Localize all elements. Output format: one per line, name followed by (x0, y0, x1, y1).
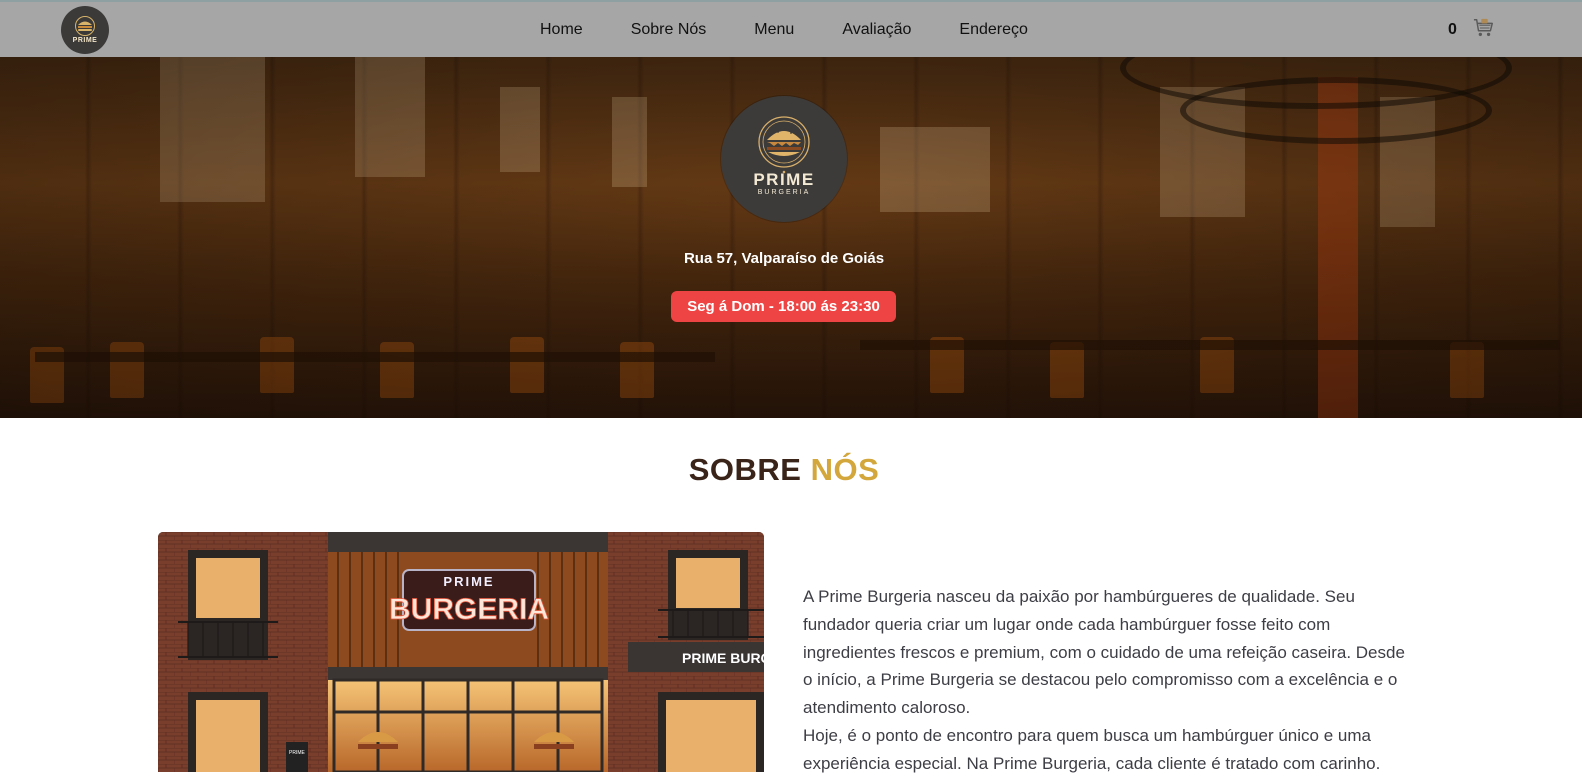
hero-logo-title: PRIME (753, 170, 815, 189)
about-title: SOBRE NÓS (0, 452, 1568, 488)
about-text: A Prime Burgeria nasceu da paixão por ha… (803, 583, 1413, 778)
nav-logo[interactable]: PRIME (61, 6, 109, 54)
store-small-sign: PRIME (289, 750, 306, 756)
address-text: Rua 57, Valparaíso de Goiás (683, 250, 885, 267)
nav-link-endereco[interactable]: Endereço (959, 21, 1028, 39)
hero-logo: PRIME BURGERIA (721, 96, 847, 222)
store-sign-top: PRIME (443, 574, 494, 589)
about-paragraph-1: A Prime Burgeria nasceu da paixão por ha… (803, 587, 1405, 718)
cart-icon[interactable] (1473, 17, 1495, 39)
cart-count: 0 (1448, 21, 1457, 38)
burger-logo-icon (75, 16, 95, 36)
store-sign-main: BURGERIA (389, 593, 549, 626)
storefront-image: PRIME BURGERIA PRIME BUR PRIME (158, 532, 764, 772)
navbar: PRIME Home Sobre Nós Menu Avaliação Ende… (0, 0, 1582, 57)
nav-link-home[interactable]: Home (540, 21, 583, 39)
store-side-sign: PRIME BURGERI (682, 650, 764, 666)
burger-emblem-icon (758, 116, 810, 174)
about-title-part2: NÓS (810, 452, 880, 487)
nav-link-menu[interactable]: Menu (754, 21, 794, 39)
nav-logo-text: PRIME (72, 37, 98, 44)
hero-logo-subtitle: BURGERIA (757, 189, 811, 196)
nav-link-sobre-nos[interactable]: Sobre Nós (631, 21, 707, 39)
storefront-illustration: PRIME BURGERIA PRIME BUR PRIME (158, 532, 764, 772)
about-title-part1: SOBRE (688, 452, 802, 487)
about-paragraph-2: Hoje, é o ponto de encontro para quem bu… (803, 725, 1381, 773)
nav-links: Home Sobre Nós Menu Avaliação Endereço (540, 2, 1076, 57)
hours-badge: Seg á Dom - 18:00 ás 23:30 (671, 291, 896, 322)
nav-link-avaliacao[interactable]: Avaliação (842, 21, 911, 39)
